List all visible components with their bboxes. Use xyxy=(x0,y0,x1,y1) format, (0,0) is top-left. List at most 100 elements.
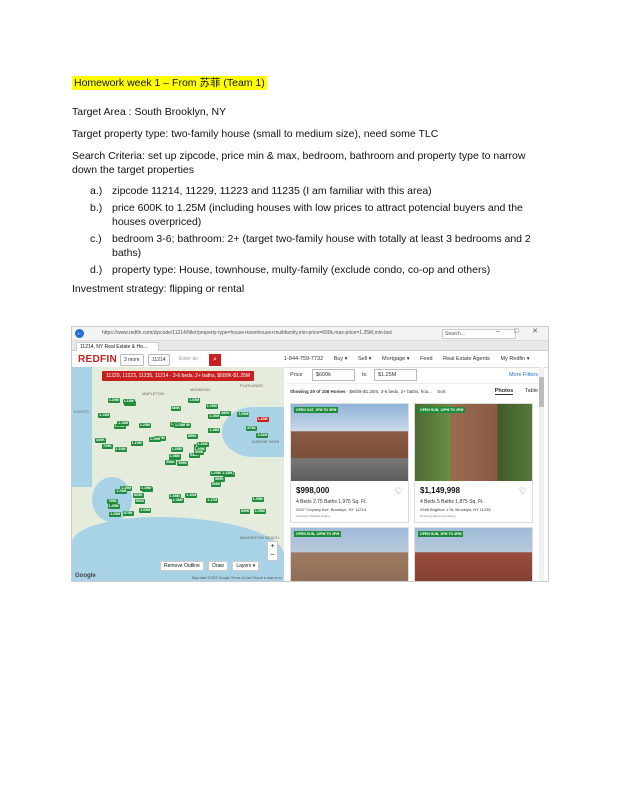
map-price-pin[interactable]: 899K xyxy=(239,509,251,515)
redfin-screenshot: ← https://www.redfin.com/zipcode/11214/f… xyxy=(71,326,549,582)
map-price-pin[interactable]: 1.13M xyxy=(174,422,186,428)
map-price-pin[interactable]: 1.25M xyxy=(107,504,120,510)
phone-number[interactable]: 1-844-759-7732 xyxy=(284,356,323,362)
nav-my-redfin[interactable]: My Redfin ▾ xyxy=(500,356,529,362)
map-price-pin[interactable]: 1.10M xyxy=(149,437,161,443)
listing-card[interactable]: OPEN SAT, 1PM TO 3PM $998,000 ♡ 4 Beds 2… xyxy=(290,403,409,523)
listing-card[interactable]: OPEN SUN, 12PM TO 2PM xyxy=(290,527,409,581)
listing-address[interactable]: 2948 Brighton 1 St, Brooklyn, NY 11235 xyxy=(420,507,491,512)
browser-tab[interactable]: 11214, NY Real Estate & Ho... xyxy=(76,342,159,351)
sort-button[interactable]: Sort xyxy=(437,389,445,394)
search-icon[interactable]: ⌕ xyxy=(209,354,221,366)
redfin-header: REDFIN 3 more 11214 Enter an ⌕ 1-844-759… xyxy=(72,351,548,368)
favorite-heart-icon[interactable]: ♡ xyxy=(519,486,527,497)
min-price-select[interactable]: $600k xyxy=(312,369,355,381)
map-price-pin[interactable]: 1.19M xyxy=(208,413,221,419)
more-filters-button[interactable]: More Filters xyxy=(509,372,538,378)
redfin-logo[interactable]: REDFIN xyxy=(78,354,117,365)
jamaica-bay xyxy=(222,407,284,457)
nav-mortgage[interactable]: Mortgage ▾ xyxy=(382,356,410,362)
nav-feed[interactable]: Feed xyxy=(420,356,433,362)
map-price-pin[interactable]: 880K xyxy=(220,410,231,416)
map-price-pin[interactable]: 949K xyxy=(210,482,222,487)
map-price-pin[interactable]: 899K xyxy=(214,477,225,483)
map-price-pin[interactable]: 1.20M xyxy=(107,397,120,403)
map-view[interactable]: 11229, 11223, 11235, 11214 · 3-6 beds, 2… xyxy=(72,367,284,581)
map-label: FLATLANDS xyxy=(240,383,263,388)
listing-facts: 4 Beds 5 Baths 1,875 Sq. Ft. xyxy=(420,499,484,505)
map-price-pin[interactable]: 795K xyxy=(107,498,118,504)
map-price-pin[interactable]: 1.02M xyxy=(256,433,269,439)
nav-sell[interactable]: Sell ▾ xyxy=(358,356,371,362)
map-price-pin[interactable]: 1.15M xyxy=(140,485,152,491)
listing-photo[interactable]: OPEN SUN, 12PM TO 2PM xyxy=(415,404,532,481)
results-count: Showing 20 of 108 Homes · $600k-$1.25m, … xyxy=(290,389,446,394)
map-price-pin[interactable]: 1.19M xyxy=(122,399,135,405)
browser-chrome: ← https://www.redfin.com/zipcode/11214/f… xyxy=(72,327,548,341)
map-price-pin[interactable]: 885K xyxy=(170,405,182,411)
nav-buy[interactable]: Buy ▾ xyxy=(334,356,348,362)
map-price-pin[interactable]: 1.05M xyxy=(253,509,266,515)
favorite-heart-icon[interactable]: ♡ xyxy=(395,486,403,497)
map-price-pin[interactable]: 1.18M xyxy=(208,428,221,434)
map-price-pin[interactable]: 1.20M xyxy=(256,417,269,423)
map-price-pin[interactable]: 1.13M xyxy=(221,470,234,476)
map-price-pin[interactable]: 1.05M xyxy=(205,404,218,409)
map-price-pin[interactable]: 1.20M xyxy=(138,422,151,428)
layers-button[interactable]: Layers ▾ xyxy=(232,561,260,571)
open-house-badge: OPEN SUN, 12PM TO 2PM xyxy=(418,407,466,413)
listing-card[interactable]: OPEN SUN, 12PM TO 2PM $1,149,998 ♡ 4 Bed… xyxy=(414,403,533,523)
map-price-pin[interactable]: 999K xyxy=(193,450,205,456)
address-bar[interactable]: https://www.redfin.com/zipcode/11214/fil… xyxy=(102,330,392,337)
zipcode-chip[interactable]: 11214 xyxy=(148,354,170,366)
listing-card[interactable]: OPEN SUN, 1PM TO 3PM xyxy=(414,527,533,581)
max-price-select[interactable]: $1.25M xyxy=(374,369,417,381)
nav-agents[interactable]: Real Estate Agents xyxy=(443,356,490,362)
map-price-pin[interactable]: 1.25M xyxy=(251,496,264,502)
map-price-pin[interactable]: 1.25M xyxy=(109,511,122,517)
map-price-pin[interactable]: 1.08M xyxy=(171,497,184,503)
map-price-pin[interactable]: 1.10M xyxy=(114,447,127,453)
listing-photo[interactable]: OPEN SAT, 1PM TO 3PM xyxy=(291,404,408,481)
map-price-pin[interactable]: 1.24M xyxy=(115,488,128,494)
map-price-pin[interactable]: 1.09M xyxy=(139,507,152,513)
map-price-pin[interactable]: 998K xyxy=(165,459,176,465)
map-price-pin[interactable]: 1.05M xyxy=(237,412,250,418)
map-price-pin[interactable]: 1.17M xyxy=(206,497,219,503)
scrollbar[interactable] xyxy=(539,367,544,581)
map-price-pin[interactable]: 1.05M xyxy=(188,397,201,403)
map-price-pin[interactable]: 999K xyxy=(177,461,188,467)
map-price-pin[interactable]: 950K xyxy=(134,499,146,505)
listing-address[interactable]: 2037 Cropsey Ave, Brooklyn, NY 11214 xyxy=(296,507,366,512)
window-controls[interactable]: – □ ✕ xyxy=(496,327,544,335)
map-price-pin[interactable]: 1.08M xyxy=(168,453,181,459)
map-price-pin[interactable]: 1.13M xyxy=(98,413,111,419)
open-house-badge: OPEN SAT, 1PM TO 3PM xyxy=(294,407,339,413)
more-locations-chip[interactable]: 3 more xyxy=(120,354,144,366)
criteria-item: c.) bedroom 3-6; bathroom: 2+ (target two… xyxy=(90,233,531,259)
scroll-thumb[interactable] xyxy=(539,377,544,407)
map-price-pin[interactable]: 1.10M xyxy=(130,441,143,447)
zoom-controls[interactable]: + − xyxy=(267,541,278,561)
map-price-pin[interactable]: 899K xyxy=(187,434,198,439)
map-price-pin[interactable]: 729K xyxy=(102,443,113,449)
homework-title: Homework week 1 – From 苏菲 (Team 1) xyxy=(72,76,267,90)
ocean-water xyxy=(72,517,284,581)
map-price-pin[interactable]: 865K xyxy=(133,493,144,498)
map-price-pin[interactable]: 1.20M xyxy=(170,446,183,452)
map-price-pin[interactable]: 1.20M xyxy=(209,471,222,477)
search-criteria-line-2: down the target properties xyxy=(72,164,194,176)
location-search-input[interactable]: Enter an xyxy=(176,354,201,364)
listing-price: $1,149,998 xyxy=(420,486,461,495)
tab-photos[interactable]: Photos xyxy=(494,388,514,395)
tab-table[interactable]: Table xyxy=(525,388,538,394)
draw-button[interactable]: Draw xyxy=(208,561,228,571)
map-price-pin[interactable]: 875K xyxy=(246,426,257,432)
map-price-pin[interactable]: 849K xyxy=(95,437,106,443)
map-price-pin[interactable]: 1.10M xyxy=(117,421,130,427)
back-arrow-icon[interactable]: ← xyxy=(75,329,84,338)
filter-summary-tag[interactable]: 11229, 11223, 11235, 11214 · 3-6 beds, 2… xyxy=(102,371,255,381)
remove-outline-button[interactable]: Remove Outline xyxy=(160,561,204,571)
map-price-pin[interactable]: 1.10M xyxy=(185,493,198,498)
map-price-pin[interactable]: 875K xyxy=(123,511,134,517)
